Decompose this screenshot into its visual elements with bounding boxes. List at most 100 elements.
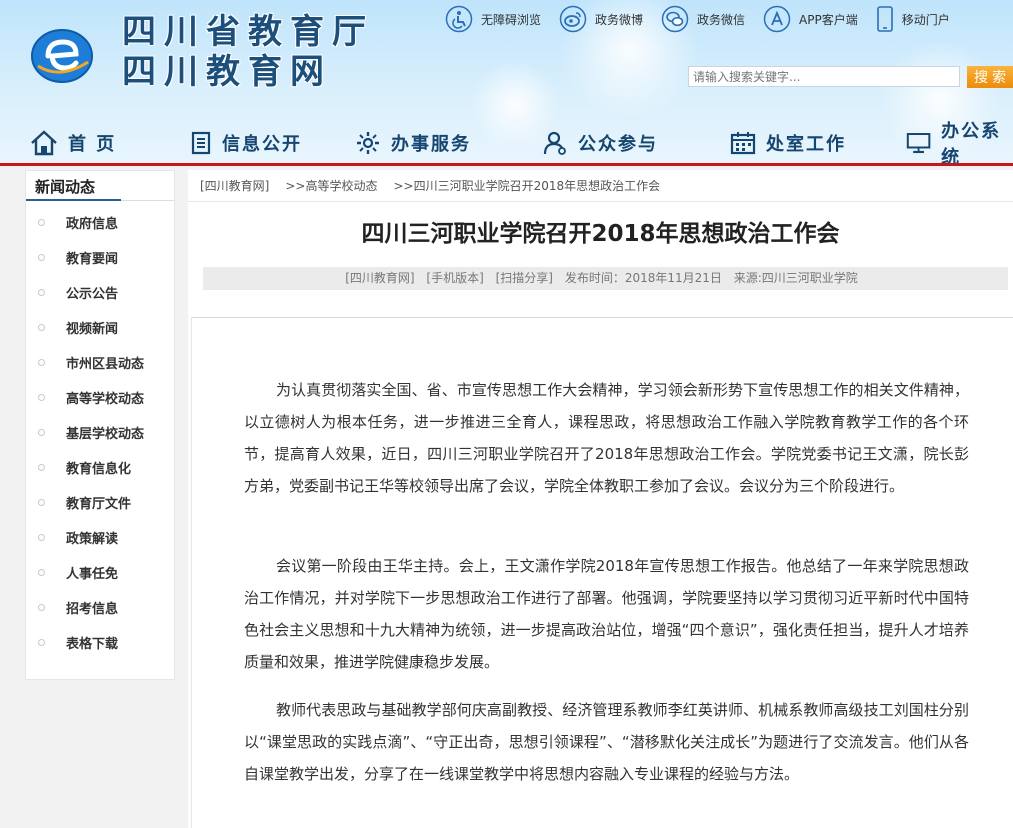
logo-e-icon[interactable]: [30, 26, 94, 84]
toplink-label: 政务微博: [595, 12, 644, 27]
sidebar-item[interactable]: 基层学校动态: [26, 415, 174, 450]
sidebar-item-label: 基层学校动态: [66, 427, 145, 442]
nav-department-work[interactable]: 处室工作: [730, 122, 846, 164]
sidebar-item-label: 政府信息: [66, 217, 119, 232]
calendar-icon: [730, 132, 756, 155]
toplink-label: 政务微信: [697, 12, 746, 27]
main-nav: 首 页 信息公开 办事服务 公众参与 处室工作 办公系统: [0, 121, 1013, 168]
sidebar-item[interactable]: 招考信息: [26, 590, 174, 625]
meta-publish-date: 发布时间：2018年11月21日: [564, 271, 722, 285]
sidebar-header: 新闻动态: [26, 171, 174, 201]
home-icon: [31, 130, 57, 156]
sidebar-item-label: 市州区县动态: [66, 357, 145, 372]
sidebar-item[interactable]: 教育要闻: [26, 240, 174, 275]
nav-label: 办事服务: [391, 134, 471, 155]
meta-mobile-link[interactable]: [手机版本]: [426, 271, 483, 285]
sidebar-item[interactable]: 教育信息化: [26, 450, 174, 485]
article-paragraph: 为认真贯彻落实全国、省、市宣传思想工作大会精神，学习领会新形势下宣传思想工作的相…: [244, 381, 969, 495]
nav-office-system[interactable]: 办公系统: [906, 121, 1013, 168]
sidebar-item-label: 政策解读: [66, 532, 119, 547]
sidebar-item-label: 视频新闻: [66, 322, 119, 337]
toplink-weibo[interactable]: 政务微博: [559, 5, 643, 33]
bullet-icon: [38, 534, 45, 541]
toplink-accessibility[interactable]: 无障碍浏览: [445, 5, 541, 33]
bullet-icon: [38, 569, 45, 576]
sidebar-item-label: 招考信息: [66, 602, 119, 617]
sidebar-title: 新闻动态: [35, 178, 96, 196]
document-icon: [191, 131, 211, 155]
site-logo-title[interactable]: 四川省教育厅 四川教育网: [122, 12, 374, 92]
breadcrumb: [四川教育网] >>高等学校动态 >>四川三河职业学院召开2018年思想政治工作…: [188, 170, 1013, 202]
sidebar-item-label: 教育厅文件: [66, 497, 132, 512]
meta-share-link[interactable]: [扫描分享]: [496, 271, 553, 285]
bullet-icon: [38, 464, 45, 471]
sidebar-item-label: 公示公告: [66, 287, 119, 302]
bullet-icon: [38, 499, 45, 506]
bullet-icon: [38, 324, 45, 331]
toplink-mobile[interactable]: 移动门户: [876, 5, 950, 33]
nav-info-disclosure[interactable]: 信息公开: [190, 122, 302, 164]
sidebar-item[interactable]: 表格下载: [26, 625, 174, 660]
sidebar-item[interactable]: 政策解读: [26, 520, 174, 555]
sidebar-item-label: 人事任免: [66, 567, 119, 582]
toplink-app[interactable]: APP客户端: [763, 5, 858, 33]
sidebar-list: 政府信息 教育要闻 公示公告 视频新闻 市州区县动态 高等学校动态 基层学校动态…: [26, 201, 174, 660]
user-icon: [543, 131, 566, 155]
sidebar-item[interactable]: 政府信息: [26, 205, 174, 240]
bullet-icon: [38, 604, 45, 611]
toplink-wechat[interactable]: 政务微信: [661, 5, 745, 33]
bullet-icon: [38, 289, 45, 296]
logo-line-2: 四川教育网: [122, 52, 332, 92]
sidebar-item[interactable]: 视频新闻: [26, 310, 174, 345]
bullet-icon: [38, 639, 45, 646]
meta-site-link[interactable]: [四川教育网]: [345, 271, 414, 285]
sidebar-item[interactable]: 高等学校动态: [26, 380, 174, 415]
monitor-icon: [906, 133, 931, 154]
breadcrumb-current[interactable]: >>四川三河职业学院召开2018年思想政治工作会: [394, 177, 661, 194]
nav-services[interactable]: 办事服务: [355, 122, 471, 164]
nav-public-participation[interactable]: 公众参与: [542, 122, 658, 164]
search-button[interactable]: 搜索: [967, 66, 1013, 88]
sidebar: 新闻动态 政府信息 教育要闻 公示公告 视频新闻 市州区县动态 高等学校动态 基…: [25, 170, 175, 680]
article-title: 四川三河职业学院召开2018年思想政治工作会: [361, 221, 840, 247]
bullet-icon: [38, 429, 45, 436]
sidebar-item[interactable]: 市州区县动态: [26, 345, 174, 380]
meta-source: 来源:四川三河职业学院: [733, 271, 858, 285]
bullet-icon: [38, 254, 45, 261]
toplink-label: APP客户端: [799, 12, 858, 27]
nav-home[interactable]: 首 页: [30, 122, 116, 164]
article-meta: [四川教育网] [手机版本] [扫描分享] 发布时间：2018年11月21日 来…: [203, 267, 1008, 290]
nav-label: 公众参与: [578, 134, 658, 155]
sidebar-item[interactable]: 公示公告: [26, 275, 174, 310]
toplink-label: 移动门户: [901, 12, 950, 27]
bullet-icon: [38, 394, 45, 401]
bullet-icon: [38, 359, 45, 366]
app-store-icon: [763, 5, 791, 33]
nav-label: 信息公开: [222, 134, 302, 155]
nav-label: 办公系统: [941, 121, 1002, 168]
mobile-icon: [876, 6, 893, 32]
sidebar-item-label: 表格下载: [66, 637, 119, 652]
sidebar-title-underline: [26, 199, 121, 201]
sidebar-item-label: 高等学校动态: [66, 392, 145, 407]
search-input[interactable]: [688, 66, 960, 87]
service-icon: [357, 132, 379, 154]
sidebar-item[interactable]: 教育厅文件: [26, 485, 174, 520]
article-body: 为认真贯彻落实全国、省、市宣传思想工作大会精神，学习领会新形势下宣传思想工作的相…: [191, 317, 1013, 828]
wechat-icon: [661, 5, 689, 33]
sidebar-item-label: 教育要闻: [66, 252, 119, 267]
nav-label: 首 页: [68, 134, 117, 155]
nav-label: 处室工作: [766, 134, 846, 155]
search-bar: 搜索: [688, 66, 1013, 88]
sidebar-item[interactable]: 人事任免: [26, 555, 174, 590]
accessibility-icon: [445, 5, 473, 33]
article-paragraph: 会议第一阶段由王华主持。会上，王文潇作学院2018年宣传思想工作报告。他总结了一…: [244, 557, 969, 671]
breadcrumb-category[interactable]: >>高等学校动态: [285, 177, 377, 194]
sidebar-item-label: 教育信息化: [66, 462, 132, 477]
weibo-icon: [559, 5, 587, 33]
nav-divider: [0, 163, 1013, 166]
bullet-icon: [38, 219, 45, 226]
main-content: [四川教育网] >>高等学校动态 >>四川三河职业学院召开2018年思想政治工作…: [188, 170, 1013, 828]
breadcrumb-home[interactable]: [四川教育网]: [200, 177, 269, 194]
top-links: 无障碍浏览 政务微博 政务微信 APP客户端 移动门户: [445, 4, 968, 34]
